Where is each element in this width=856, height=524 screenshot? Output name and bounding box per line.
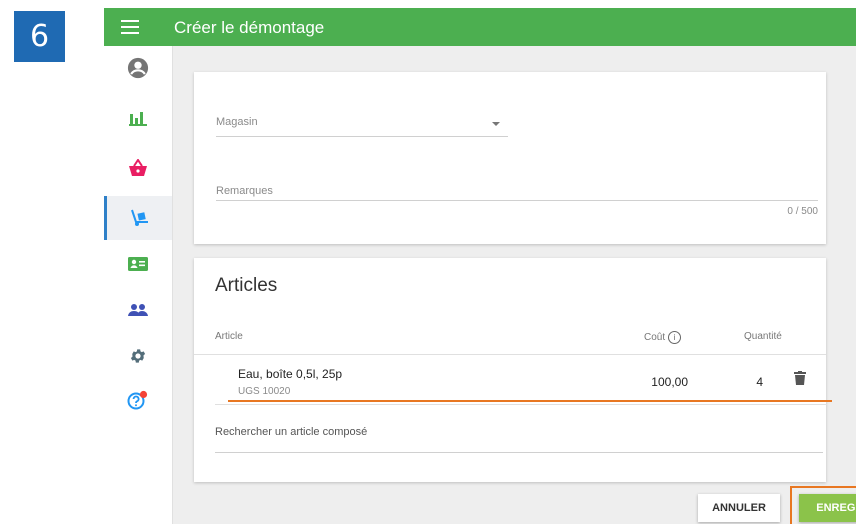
menu-icon[interactable]	[121, 20, 139, 34]
column-header-quantity: Quantité	[744, 331, 782, 342]
remarks-counter: 0 / 500	[787, 206, 818, 217]
sidebar-item-help[interactable]	[104, 378, 172, 422]
save-button[interactable]: ENREGISTRER	[799, 494, 856, 522]
details-card: Magasin Remarques 0 / 500	[194, 72, 826, 244]
item-name: Eau, boîte 0,5l, 25p	[238, 367, 343, 381]
cancel-button[interactable]: ANNULER	[698, 494, 780, 522]
item-sku: UGS 10020	[238, 386, 291, 397]
column-header-article: Article	[215, 331, 243, 342]
article-search-underline	[215, 452, 823, 453]
contact-card-icon	[128, 257, 148, 271]
remarks-label: Remarques	[216, 185, 273, 197]
sidebar-item-reports[interactable]	[104, 96, 172, 140]
app-window: Créer le démontage Magasin Remarques 0 /…	[104, 8, 856, 524]
help-icon	[127, 390, 148, 410]
hand-truck-icon	[130, 209, 148, 226]
sidebar	[104, 46, 173, 524]
trash-icon[interactable]	[794, 371, 806, 385]
page-title: Créer le démontage	[174, 18, 325, 37]
app-bar: Créer le démontage	[104, 8, 856, 46]
sidebar-item-contacts[interactable]	[104, 242, 172, 286]
row-highlight-underline	[228, 400, 832, 402]
sidebar-item-warehouse[interactable]	[104, 196, 172, 240]
item-cost-input[interactable]: 100,00	[651, 375, 688, 389]
articles-title: Articles	[215, 275, 278, 296]
main-content: Magasin Remarques 0 / 500 Articles Artic…	[172, 46, 856, 524]
articles-card: Articles Article Coût i Quantité Eau, boî…	[194, 258, 832, 482]
article-search-input[interactable]: Rechercher un article composé	[215, 426, 367, 438]
cost-header-label: Coût	[644, 332, 666, 344]
sidebar-item-employees[interactable]	[104, 288, 172, 332]
account-circle-icon	[127, 57, 149, 79]
chevron-down-icon[interactable]	[492, 122, 500, 126]
sidebar-item-sales[interactable]	[104, 146, 172, 190]
bar-chart-icon	[129, 112, 147, 126]
remarks-field[interactable]	[216, 200, 818, 201]
item-quantity-input[interactable]: 4	[756, 375, 763, 389]
step-badge: 6	[14, 11, 65, 62]
row-divider	[215, 404, 827, 405]
sidebar-item-settings[interactable]	[104, 334, 172, 378]
header-divider	[194, 354, 826, 355]
people-icon	[128, 304, 148, 316]
column-header-cost: Coût i	[644, 331, 682, 344]
sidebar-item-account[interactable]	[104, 46, 172, 90]
store-select[interactable]	[216, 136, 508, 137]
basket-icon	[129, 159, 147, 176]
gear-icon	[130, 349, 146, 363]
info-icon[interactable]: i	[668, 331, 682, 344]
store-select-label: Magasin	[216, 116, 258, 128]
